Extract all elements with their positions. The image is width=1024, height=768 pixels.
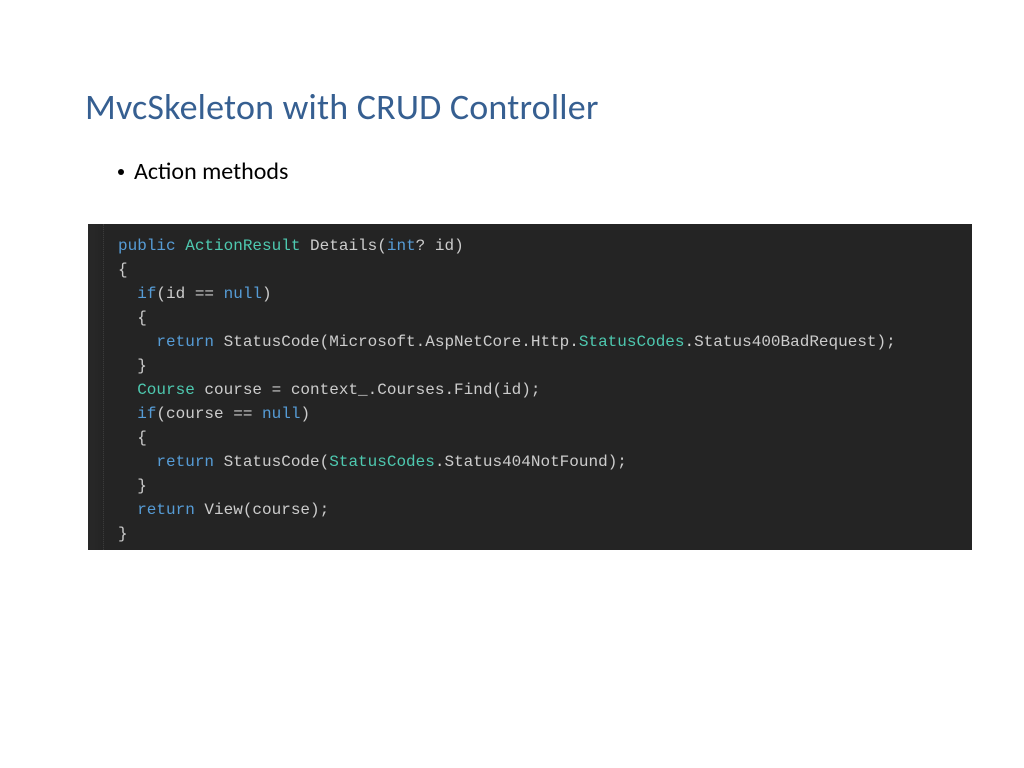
code-gutter bbox=[88, 224, 104, 550]
code-token: { bbox=[137, 309, 147, 327]
code-token: null bbox=[262, 405, 300, 423]
code-token: { bbox=[118, 261, 128, 279]
code-token: ) bbox=[300, 405, 310, 423]
code-token: course = context_.Courses.Find(id); bbox=[195, 381, 541, 399]
code-token: return bbox=[137, 501, 195, 519]
bullet-item: Action methods bbox=[0, 129, 1024, 186]
code-token: } bbox=[137, 477, 147, 495]
code-token: .Status400BadRequest); bbox=[685, 333, 896, 351]
code-token: Details( bbox=[310, 237, 387, 255]
code-token: View(course); bbox=[195, 501, 329, 519]
code-token: ActionResult bbox=[185, 237, 300, 255]
bullet-text: Action methods bbox=[134, 157, 288, 186]
code-token: return bbox=[156, 453, 214, 471]
code-token: if bbox=[137, 405, 156, 423]
code-token: (course == bbox=[156, 405, 262, 423]
code-token: int bbox=[387, 237, 416, 255]
slide: MvcSkeleton with CRUD Controller Action … bbox=[0, 0, 1024, 768]
bullet-dot-icon bbox=[118, 169, 124, 175]
slide-title: MvcSkeleton with CRUD Controller bbox=[0, 0, 1024, 129]
code-content: public ActionResult Details(int? id) { i… bbox=[118, 234, 896, 546]
code-token: if bbox=[137, 285, 156, 303]
code-token: StatusCode( bbox=[214, 453, 329, 471]
code-token: Course bbox=[137, 381, 195, 399]
code-token: StatusCodes bbox=[579, 333, 685, 351]
code-token: return bbox=[156, 333, 214, 351]
code-token: null bbox=[224, 285, 262, 303]
code-token: } bbox=[118, 525, 128, 543]
code-token: StatusCodes bbox=[329, 453, 435, 471]
code-token: public bbox=[118, 237, 176, 255]
code-token: StatusCode(Microsoft.AspNetCore.Http. bbox=[214, 333, 579, 351]
code-token: ? id) bbox=[416, 237, 464, 255]
code-token: (id == bbox=[156, 285, 223, 303]
code-block: public ActionResult Details(int? id) { i… bbox=[88, 224, 972, 550]
code-token: { bbox=[137, 429, 147, 447]
code-token: .Status404NotFound); bbox=[435, 453, 627, 471]
code-token: } bbox=[137, 357, 147, 375]
code-token: ) bbox=[262, 285, 272, 303]
